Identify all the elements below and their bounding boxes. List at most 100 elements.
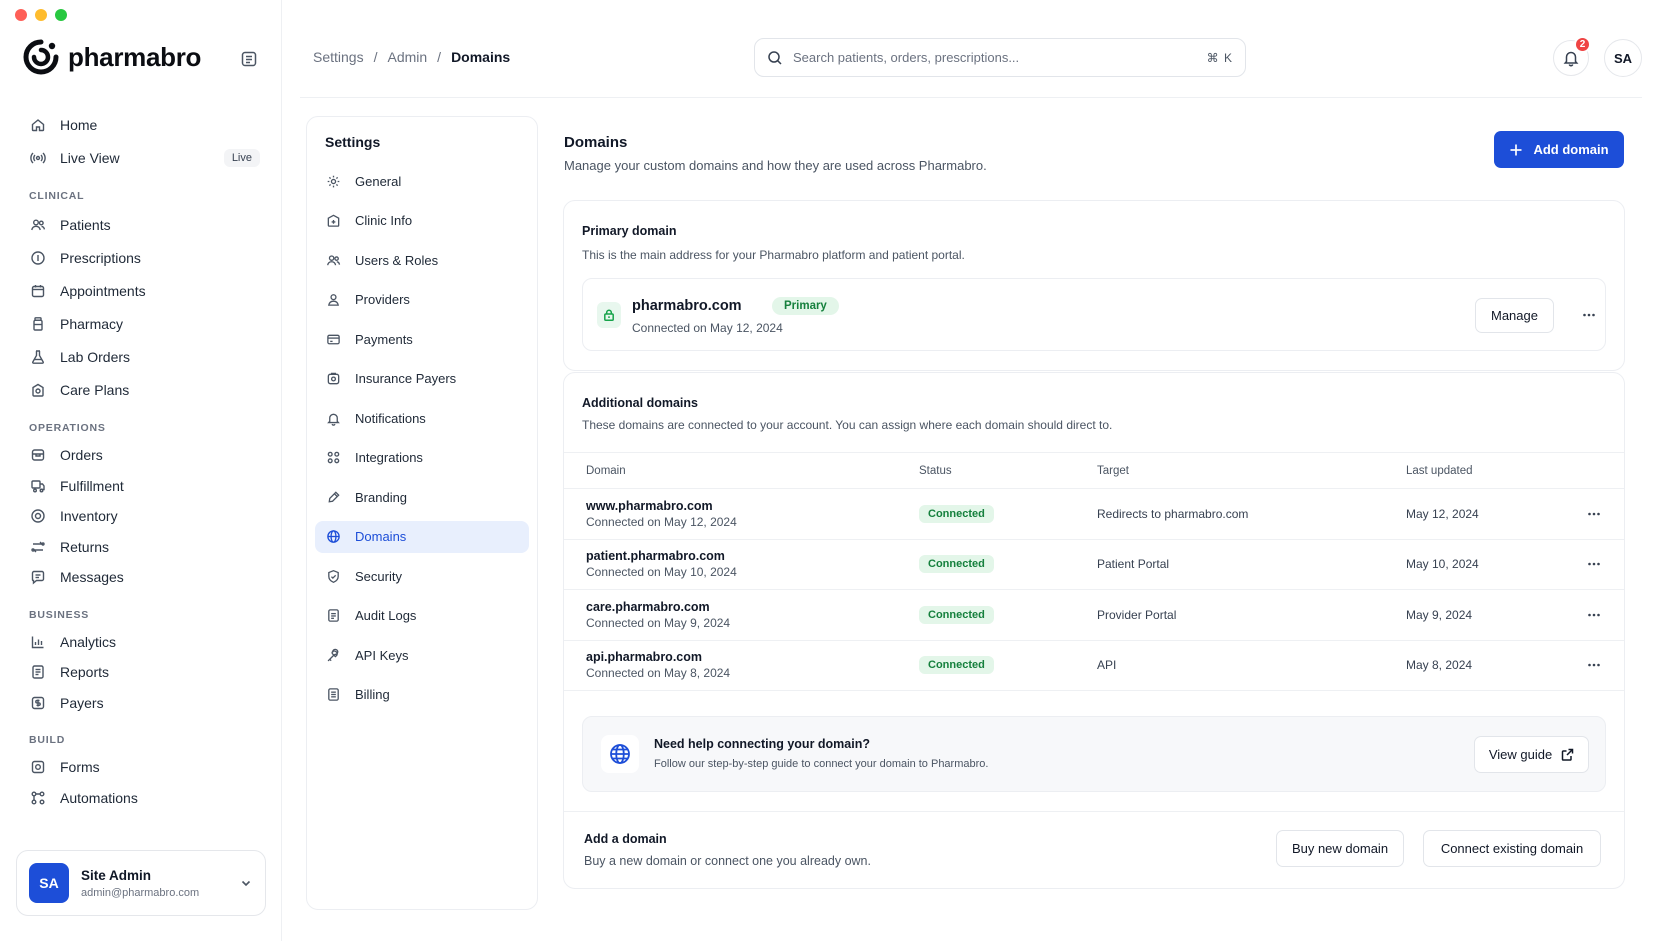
row-domain: patient.pharmabro.com xyxy=(586,549,725,564)
settings-item-label: Providers xyxy=(355,292,410,307)
primary-domain-card: Primary domain This is the main address … xyxy=(563,200,1625,371)
sidebar-item-label: Home xyxy=(60,116,98,133)
sidebar-item-label: Messages xyxy=(60,569,124,586)
sidebar-item-label: Care Plans xyxy=(60,381,130,398)
breadcrumb: Settings / Admin / Domains xyxy=(313,49,510,65)
row-target: Redirects to pharmabro.com xyxy=(1097,506,1249,521)
manage-button[interactable]: Manage xyxy=(1475,298,1554,333)
connect-existing-domain-button[interactable]: Connect existing domain xyxy=(1423,830,1601,867)
sidebar-item-forms[interactable]: Forms xyxy=(20,752,260,783)
view-guide-button[interactable]: View guide xyxy=(1474,736,1589,773)
breadcrumb-settings[interactable]: Settings xyxy=(313,49,364,65)
chevron-down-icon[interactable] xyxy=(239,876,253,890)
settings-item-integrations[interactable]: Integrations xyxy=(315,442,529,474)
settings-item-insurance-payers[interactable]: Insurance Payers xyxy=(315,363,529,395)
collapse-sidebar-icon[interactable] xyxy=(240,50,258,68)
settings-item-notifications[interactable]: Notifications xyxy=(315,402,529,434)
search-bar[interactable]: ⌘ K xyxy=(754,38,1246,77)
additional-domains-card: Additional domains These domains are con… xyxy=(563,372,1625,889)
settings-item-security[interactable]: Security xyxy=(315,560,529,592)
user-email: admin@pharmabro.com xyxy=(81,886,200,899)
add-domain-button[interactable]: Add domain xyxy=(1494,131,1624,168)
sidebar-item-messages[interactable]: Messages xyxy=(20,562,260,593)
add-domain-label: Add domain xyxy=(1533,142,1609,157)
settings-item-billing[interactable]: Billing xyxy=(315,679,529,711)
sidebar-item-inventory[interactable]: Inventory xyxy=(20,501,260,532)
sidebar-item-returns[interactable]: Returns xyxy=(20,532,260,563)
table-row[interactable]: www.pharmabro.com Connected on May 12, 2… xyxy=(564,489,1624,540)
sidebar-item-automations[interactable]: Automations xyxy=(20,783,260,814)
settings-item-domains[interactable]: Domains xyxy=(315,520,529,553)
sidebar-item-lab-orders[interactable]: Lab Orders xyxy=(20,340,260,373)
chat-icon xyxy=(30,569,46,585)
user-name: Site Admin xyxy=(81,867,152,883)
more-options-icon[interactable] xyxy=(1586,607,1602,623)
more-options-icon[interactable] xyxy=(1581,307,1597,323)
breadcrumb-separator: / xyxy=(437,49,442,65)
view-guide-label: View guide xyxy=(1488,747,1553,762)
pharmabro-logo-icon xyxy=(23,39,59,75)
buy-new-domain-button[interactable]: Buy new domain xyxy=(1276,830,1404,867)
sidebar-item-label: Fulfillment xyxy=(60,477,124,494)
grid-icon xyxy=(326,450,341,465)
sidebar-item-label: Patients xyxy=(60,216,111,233)
notification-count-badge: 2 xyxy=(1574,36,1591,53)
automation-icon xyxy=(30,790,46,806)
settings-item-label: Audit Logs xyxy=(355,608,417,623)
sidebar-item-label: Reports xyxy=(60,664,110,681)
row-updated: May 8, 2024 xyxy=(1406,658,1473,673)
sidebar-item-label: Appointments xyxy=(60,282,146,299)
sidebar-item-patients[interactable]: Patients xyxy=(20,208,260,241)
more-options-icon[interactable] xyxy=(1586,657,1602,673)
sidebar-item-live-view[interactable]: Live View Live xyxy=(20,141,260,174)
settings-item-api-keys[interactable]: API Keys xyxy=(315,639,529,671)
sidebar-item-prescriptions[interactable]: Prescriptions xyxy=(20,241,260,274)
row-connected: Connected on May 10, 2024 xyxy=(586,565,737,580)
users-icon xyxy=(30,217,46,233)
settings-item-users-roles[interactable]: Users & Roles xyxy=(315,244,529,276)
table-row[interactable]: api.pharmabro.com Connected on May 8, 20… xyxy=(564,641,1624,691)
sidebar-item-appointments[interactable]: Appointments xyxy=(20,274,260,307)
row-updated: May 12, 2024 xyxy=(1406,506,1479,521)
credit-card-icon xyxy=(326,332,341,347)
add-domain-heading: Add a domain xyxy=(584,832,667,846)
page-subtitle: Manage your custom domains and how they … xyxy=(564,158,987,173)
more-options-icon[interactable] xyxy=(1586,506,1602,522)
breadcrumb-admin[interactable]: Admin xyxy=(387,49,427,65)
settings-item-providers[interactable]: Providers xyxy=(315,284,529,316)
more-options-icon[interactable] xyxy=(1586,556,1602,572)
additional-domains-heading: Additional domains xyxy=(582,396,698,410)
settings-item-audit-logs[interactable]: Audit Logs xyxy=(315,600,529,632)
sidebar-item-pharmacy[interactable]: Pharmacy xyxy=(20,307,260,340)
sidebar-item-home[interactable]: Home xyxy=(20,108,260,141)
brand-logo[interactable]: pharmabro xyxy=(22,38,201,76)
profile-avatar[interactable]: SA xyxy=(1604,39,1642,77)
sidebar-item-reports[interactable]: Reports xyxy=(20,657,260,688)
sidebar-item-orders[interactable]: Orders xyxy=(20,440,260,471)
sidebar-item-payers[interactable]: Payers xyxy=(20,688,260,719)
settings-item-general[interactable]: General xyxy=(315,165,529,197)
search-input[interactable] xyxy=(793,50,1197,65)
flask-icon xyxy=(30,349,46,365)
row-target: Provider Portal xyxy=(1097,607,1177,622)
sidebar-item-analytics[interactable]: Analytics xyxy=(20,627,260,658)
row-updated: May 9, 2024 xyxy=(1406,607,1473,622)
row-connected: Connected on May 12, 2024 xyxy=(586,514,737,529)
table-row[interactable]: patient.pharmabro.com Connected on May 1… xyxy=(564,540,1624,590)
document-icon xyxy=(326,608,341,623)
settings-item-label: Notifications xyxy=(355,410,426,426)
row-connected: Connected on May 8, 2024 xyxy=(586,666,731,681)
sidebar-item-fulfillment[interactable]: Fulfillment xyxy=(20,471,260,502)
settings-item-clinic-info[interactable]: Clinic Info xyxy=(315,205,529,237)
sidebar-item-label: Prescriptions xyxy=(60,249,141,266)
settings-item-payments[interactable]: Payments xyxy=(315,323,529,355)
domain-help-callout: Need help connecting your domain? Follow… xyxy=(582,716,1606,792)
app-window: pharmabro Home Live View Live CLINICAL P… xyxy=(0,0,1672,941)
sidebar-item-care-plans[interactable]: Care Plans xyxy=(20,373,260,406)
user-menu[interactable]: SA Site Admin admin@pharmabro.com xyxy=(16,850,266,916)
settings-item-branding[interactable]: Branding xyxy=(315,481,529,513)
sidebar-item-label: Live View xyxy=(60,149,120,166)
truck-icon xyxy=(30,478,46,494)
table-row[interactable]: care.pharmabro.com Connected on May 9, 2… xyxy=(564,590,1624,641)
search-icon xyxy=(767,50,783,66)
